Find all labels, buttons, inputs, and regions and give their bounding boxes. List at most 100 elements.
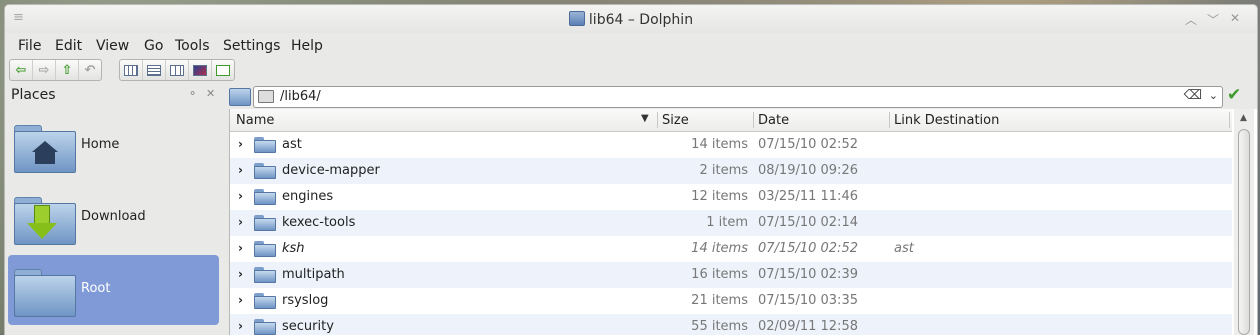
places-panel: Places ⚬ ✕ Home Download Root (5, 83, 227, 335)
folder-small-icon (258, 90, 274, 103)
place-root[interactable]: Root (8, 255, 219, 325)
column-header: Name ▼ Size Date Link Destination (230, 109, 1232, 132)
row-size: 16 items (691, 267, 748, 282)
menu-view[interactable]: View (96, 38, 129, 54)
places-title: Places (11, 87, 56, 103)
table-row[interactable]: › engines 12 items 03/25/11 11:46 (230, 184, 1232, 210)
menu-help[interactable]: Help (291, 38, 323, 54)
row-name: engines (282, 189, 334, 204)
folder-icon (254, 137, 276, 153)
column-date[interactable]: Date (758, 113, 789, 128)
folder-icon (254, 189, 276, 205)
scrollbar-thumb[interactable] (1238, 129, 1250, 335)
table-row[interactable]: › ast 14 items 07/15/10 02:52 (230, 132, 1232, 158)
location-folder-icon[interactable] (229, 88, 251, 106)
checkmark-icon[interactable]: ✔ (1227, 85, 1241, 105)
folder-icon (254, 267, 276, 283)
forward-icon[interactable]: ⇨ (32, 60, 55, 80)
table-row[interactable]: › device-mapper 2 items 08/19/10 09:26 (230, 158, 1232, 184)
row-date: 03/25/11 11:46 (758, 189, 858, 204)
column-name[interactable]: Name (236, 113, 274, 128)
location-input[interactable]: /lib64/ ⌫ ⌄ (253, 86, 1223, 108)
menu-edit[interactable]: Edit (55, 38, 82, 54)
column-size[interactable]: Size (662, 113, 689, 128)
panel-float-icon[interactable]: ⚬ (188, 87, 197, 100)
file-list: Name ▼ Size Date Link Destination › ast … (229, 109, 1257, 335)
up-icon[interactable]: ⇧ (55, 60, 78, 80)
place-download-label: Download (81, 209, 146, 224)
row-link: ast (894, 241, 914, 256)
folder-link-icon (254, 241, 276, 257)
row-date: 02/09/11 12:58 (758, 319, 858, 334)
folder-icon (254, 163, 276, 179)
expand-icon[interactable]: › (238, 215, 243, 229)
dolphin-window: ≡ lib64 – Dolphin ︿ ﹀ ✕ File Edit View G… (4, 4, 1258, 335)
location-bar: /lib64/ ⌫ ⌄ ✔ (227, 83, 1257, 109)
chevron-down-icon[interactable]: ⌄ (1209, 89, 1218, 102)
row-size: 21 items (691, 293, 748, 308)
menu-tools[interactable]: Tools (175, 38, 210, 54)
place-home[interactable]: Home (8, 111, 219, 181)
details-view-icon[interactable] (142, 60, 165, 80)
split-view-icon[interactable] (211, 60, 234, 80)
expand-icon[interactable]: › (238, 137, 243, 151)
title-bar[interactable]: ≡ lib64 – Dolphin ︿ ﹀ ✕ (5, 5, 1257, 33)
close-icon[interactable]: ✕ (1228, 11, 1242, 25)
row-name: ksh (282, 241, 305, 256)
row-date: 07/15/10 02:14 (758, 215, 858, 230)
menu-go[interactable]: Go (144, 38, 163, 54)
clear-location-icon[interactable]: ⌫ (1184, 88, 1202, 103)
menu-settings[interactable]: Settings (223, 38, 280, 54)
maximize-icon[interactable]: ﹀ (1206, 11, 1220, 28)
table-row-symlink[interactable]: › ksh 14 items 07/15/10 02:52 ast (230, 236, 1232, 262)
window-title-container: lib64 – Dolphin (5, 11, 1257, 28)
place-download[interactable]: Download (8, 183, 219, 253)
navigation-group: ⇦ ⇨ ⇧ ↶ (9, 59, 102, 81)
table-row[interactable]: › rsyslog 21 items 07/15/10 03:35 (230, 288, 1232, 314)
expand-icon[interactable]: › (238, 267, 243, 281)
place-root-label: Root (81, 281, 111, 296)
row-size: 14 items (691, 137, 748, 152)
toolbar: ⇦ ⇨ ⇧ ↶ (5, 57, 1257, 83)
expand-icon[interactable]: › (238, 163, 243, 177)
row-name: multipath (282, 267, 345, 282)
column-link-destination[interactable]: Link Destination (894, 113, 999, 128)
table-row[interactable]: › security 55 items 02/09/11 12:58 (230, 314, 1232, 335)
row-name: device-mapper (282, 163, 380, 178)
row-date: 08/19/10 09:26 (758, 163, 858, 178)
root-folder-icon (14, 269, 76, 317)
preview-icon[interactable] (188, 60, 211, 80)
menu-bar: File Edit View Go Tools Settings Help (5, 33, 1257, 57)
row-size: 55 items (691, 319, 748, 334)
expand-icon[interactable]: › (238, 293, 243, 307)
menu-file[interactable]: File (18, 38, 41, 54)
window-title: lib64 – Dolphin (588, 12, 694, 28)
row-name: security (282, 319, 334, 334)
row-name: rsyslog (282, 293, 329, 308)
location-path[interactable]: /lib64/ (280, 89, 321, 104)
folder-icon (254, 319, 276, 335)
row-date: 07/15/10 02:52 (758, 137, 858, 152)
table-row[interactable]: › kexec-tools 1 item 07/15/10 02:14 (230, 210, 1232, 236)
vertical-scrollbar[interactable]: ▲ (1234, 109, 1254, 335)
download-folder-icon (14, 197, 76, 245)
sort-descending-icon[interactable]: ▼ (641, 113, 649, 124)
row-date: 07/15/10 02:52 (758, 241, 858, 256)
minimize-icon[interactable]: ︿ (1184, 11, 1198, 28)
columns-view-icon[interactable] (165, 60, 188, 80)
scroll-up-icon[interactable]: ▲ (1240, 113, 1247, 123)
row-size: 12 items (691, 189, 748, 204)
place-home-label: Home (81, 137, 120, 152)
back-icon[interactable]: ⇦ (10, 60, 32, 80)
icons-view-icon[interactable] (120, 60, 142, 80)
folder-icon (254, 293, 276, 309)
row-date: 07/15/10 03:35 (758, 293, 858, 308)
expand-icon[interactable]: › (238, 319, 243, 333)
expand-icon[interactable]: › (238, 189, 243, 203)
view-mode-group (119, 59, 235, 81)
expand-icon[interactable]: › (238, 241, 243, 255)
undo-icon[interactable]: ↶ (78, 60, 101, 80)
table-row[interactable]: › multipath 16 items 07/15/10 02:39 (230, 262, 1232, 288)
row-size: 2 items (699, 163, 748, 178)
panel-close-icon[interactable]: ✕ (206, 87, 215, 100)
